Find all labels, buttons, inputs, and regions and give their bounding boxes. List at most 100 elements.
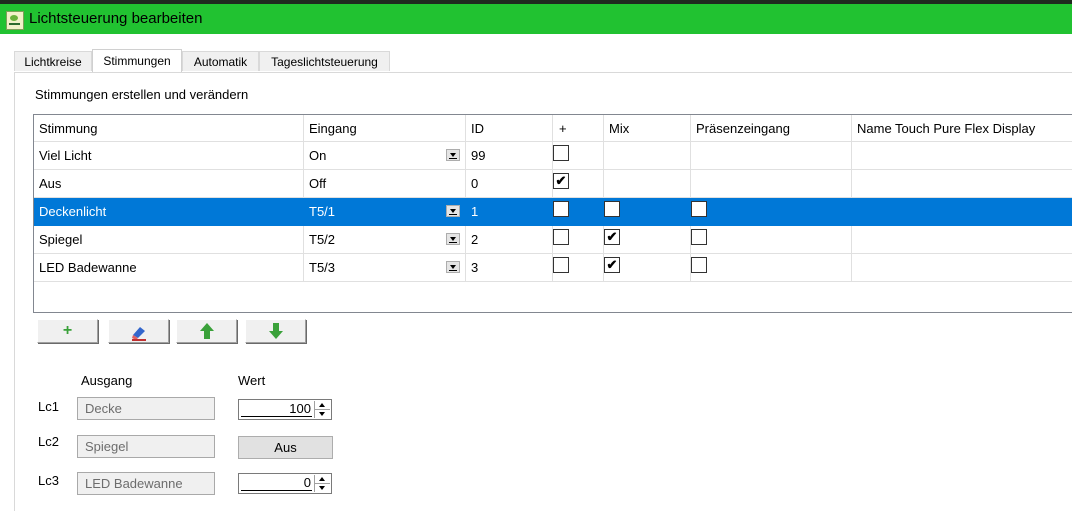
cell-mix[interactable] (604, 198, 691, 226)
cell-id: 99 (466, 142, 553, 170)
move-down-button[interactable] (245, 319, 306, 343)
checkbox[interactable] (691, 229, 707, 245)
arrow-up-icon (199, 323, 214, 339)
spinner-value[interactable]: 100 (289, 401, 311, 416)
cell-praesenzeingang[interactable] (691, 254, 852, 282)
checkbox[interactable]: ✔ (604, 229, 620, 245)
cell-stimmung-text: Aus (39, 176, 62, 191)
spin-down-icon[interactable] (315, 410, 330, 418)
cell-id: 3 (466, 254, 553, 282)
cell-id-text: 3 (471, 260, 479, 275)
wert-header: Wert (238, 373, 266, 388)
cell-eingang-text: On (309, 148, 327, 163)
delete-button[interactable] (108, 319, 169, 343)
checkbox[interactable] (604, 201, 620, 217)
output-name-field-lc1: Decke (77, 397, 215, 420)
cell-eingang[interactable]: On (304, 142, 466, 170)
cell-id: 2 (466, 226, 553, 254)
dropdown-arrow-icon[interactable] (446, 149, 460, 161)
cell-id-text: 1 (471, 204, 479, 219)
column-header-plus[interactable]: + (553, 115, 604, 142)
spin-up-icon[interactable] (315, 475, 330, 484)
output-id-lc2: Lc2 (38, 434, 59, 449)
cell-stimmung-text: Deckenlicht (39, 204, 107, 219)
cell-stimmung: LED Badewanne (34, 254, 304, 282)
column-header-praesenzeingang[interactable]: Präsenzeingang (691, 115, 852, 142)
cell-mix[interactable] (604, 170, 691, 198)
cell-mix[interactable]: ✔ (604, 254, 691, 282)
plus-icon: + (62, 322, 73, 339)
output-name-field-lc2: Spiegel (77, 435, 215, 458)
dropdown-arrow-icon[interactable] (446, 261, 460, 273)
tab-automatik[interactable]: Automatik (182, 51, 259, 71)
checkbox[interactable] (691, 201, 707, 217)
column-header-name-touch-display[interactable]: Name Touch Pure Flex Display (852, 115, 1072, 142)
title-bar: Lichtsteuerung bearbeiten (0, 4, 1072, 34)
cell-plus[interactable] (553, 198, 604, 226)
eraser-icon (131, 327, 146, 341)
cell-eingang[interactable]: T5/3 (304, 254, 466, 282)
cell-eingang[interactable]: T5/2 (304, 226, 466, 254)
output-id-lc3: Lc3 (38, 473, 59, 488)
cell-plus[interactable] (553, 226, 604, 254)
dropdown-arrow-icon[interactable] (446, 233, 460, 245)
cell-id-text: 0 (471, 176, 479, 191)
cell-eingang[interactable]: T5/1 (304, 198, 466, 226)
cell-id: 0 (466, 170, 553, 198)
spinner-buttons[interactable] (314, 475, 330, 492)
cell-id: 1 (466, 198, 553, 226)
spin-down-icon[interactable] (315, 484, 330, 492)
move-up-button[interactable] (176, 319, 237, 343)
cell-name-touch-display (852, 170, 1072, 198)
spin-up-icon[interactable] (315, 401, 330, 410)
cell-name-touch-display (852, 254, 1072, 282)
cell-praesenzeingang[interactable] (691, 142, 852, 170)
cell-eingang[interactable]: Off (304, 170, 466, 198)
cell-praesenzeingang[interactable] (691, 226, 852, 254)
cell-name-touch-display (852, 226, 1072, 254)
section-title: Stimmungen erstellen und verändern (35, 87, 249, 102)
cell-mix[interactable]: ✔ (604, 226, 691, 254)
cell-name-touch-display (852, 142, 1072, 170)
checkbox[interactable] (553, 257, 569, 273)
checkbox[interactable] (691, 257, 707, 273)
checkbox[interactable] (553, 201, 569, 217)
tab-tageslichtsteuerung[interactable]: Tageslichtsteuerung (259, 51, 390, 71)
checkbox[interactable] (553, 145, 569, 161)
cell-plus[interactable] (553, 254, 604, 282)
checkbox[interactable]: ✔ (553, 173, 569, 189)
value-spinner-lc3[interactable]: 0 (238, 473, 332, 494)
cell-stimmung: Viel Licht (34, 142, 304, 170)
cell-plus[interactable]: ✔ (553, 170, 604, 198)
spinner-buttons[interactable] (314, 401, 330, 418)
add-button[interactable]: + (37, 319, 98, 343)
cell-id-text: 2 (471, 232, 479, 247)
cell-praesenzeingang[interactable] (691, 198, 852, 226)
checkbox[interactable]: ✔ (604, 257, 620, 273)
stimmungen-grid[interactable]: Stimmung Eingang ID + Mix Präsenzeingang… (33, 114, 1072, 313)
column-header-id[interactable]: ID (466, 115, 553, 142)
cell-praesenzeingang[interactable] (691, 170, 852, 198)
column-header-mix[interactable]: Mix (604, 115, 691, 142)
cell-mix[interactable] (604, 142, 691, 170)
cell-eingang-text: T5/1 (309, 204, 336, 219)
cell-stimmung-text: LED Badewanne (39, 260, 137, 275)
dropdown-arrow-icon[interactable] (446, 205, 460, 217)
checkbox[interactable] (553, 229, 569, 245)
arrow-down-icon (268, 323, 283, 339)
ausgang-header: Ausgang (81, 373, 133, 388)
cell-id-text: 99 (471, 148, 486, 163)
cell-stimmung: Spiegel (34, 226, 304, 254)
column-header-eingang[interactable]: Eingang (304, 115, 466, 142)
cell-stimmung: Deckenlicht (34, 198, 304, 226)
tab-stimmungen[interactable]: Stimmungen (92, 49, 182, 72)
output-name-field-lc3: LED Badewanne (77, 472, 215, 495)
cell-eingang-text: T5/3 (309, 260, 336, 275)
column-header-stimmung[interactable]: Stimmung (34, 115, 304, 142)
app-icon (6, 11, 24, 30)
tab-lichtkreise[interactable]: Lichtkreise (14, 51, 92, 71)
spinner-value[interactable]: 0 (304, 475, 311, 490)
cell-plus[interactable] (553, 142, 604, 170)
value-spinner-lc1[interactable]: 100 (238, 399, 332, 420)
aus-button-lc2[interactable]: Aus (238, 436, 333, 459)
